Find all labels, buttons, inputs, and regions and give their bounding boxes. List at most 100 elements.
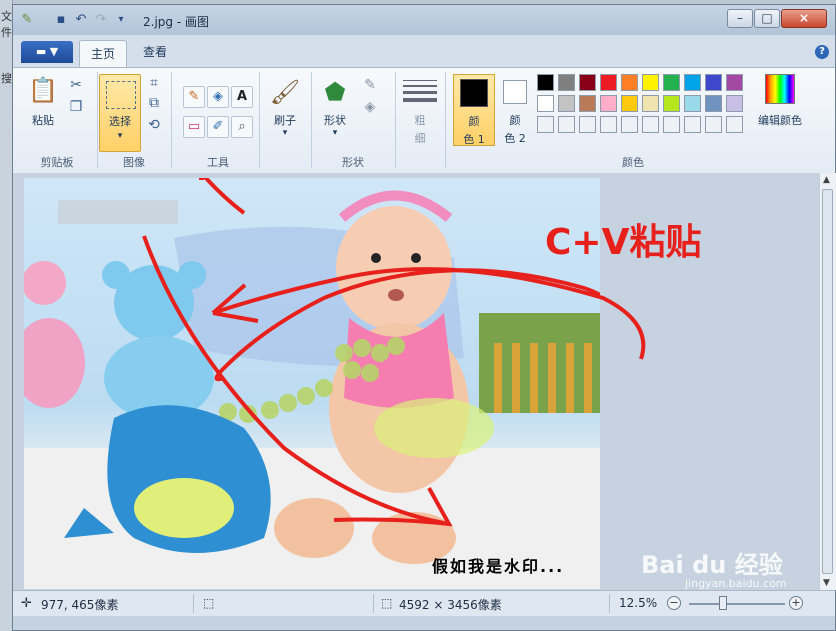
paint-menu-button[interactable]: ▬ ▼ [21,41,73,63]
text-icon[interactable]: A [231,86,253,108]
edit-colors-label[interactable]: 编辑颜色 [751,112,809,128]
undo-icon[interactable]: ↶ [73,12,89,28]
palette-swatch[interactable] [600,74,617,91]
baby-eye [371,253,381,263]
vertical-scrollbar[interactable]: ▲ ▼ [819,173,836,590]
paint-app-icon[interactable]: ✎ [19,12,35,28]
custom-color-slot[interactable] [726,116,743,133]
custom-color-slot[interactable] [705,116,722,133]
palette-swatch[interactable] [684,74,701,91]
custom-color-slot[interactable] [663,116,680,133]
maximize-button[interactable]: □ [754,9,780,28]
scroll-up-icon[interactable]: ▲ [823,175,830,185]
zoom-slider-thumb[interactable] [718,596,727,610]
color-2-label[interactable]: 颜 [497,112,533,128]
tab-view[interactable]: 查看 [135,41,175,63]
custom-color-slot[interactable] [537,116,554,133]
paste-icon[interactable]: 📋 [27,74,59,106]
palette-swatch[interactable] [663,74,680,91]
color-1-button[interactable]: 颜 色 1 [453,74,495,146]
palette-swatch[interactable] [642,74,659,91]
select-label: 选择 [109,115,131,128]
palette-swatch[interactable] [621,74,638,91]
palette-swatch[interactable] [558,95,575,112]
custom-color-slot[interactable] [558,116,575,133]
help-icon[interactable]: ? [815,45,829,59]
save-icon[interactable]: ▪ [53,12,69,28]
baby-photo[interactable]: 假如我是水印... [24,178,600,589]
brush-icon[interactable]: 🖌 [269,76,301,108]
rotate-icon[interactable]: ⟲ [145,116,163,134]
edit-colors-icon[interactable] [765,74,795,104]
color-1-label: 颜 [468,115,480,128]
chevron-down-icon: ▾ [282,128,288,138]
select-icon [106,81,136,109]
customize-icon[interactable]: ▾ [113,12,129,28]
status-divider [193,594,194,613]
baby-eye [411,253,421,263]
palette-swatch[interactable] [642,95,659,112]
strip-text: 搜 [1,72,12,85]
paste-annotation: C+V粘贴 [545,222,702,263]
brushes-label[interactable]: 刷子 [263,112,307,128]
close-button[interactable]: × [781,9,827,28]
palette-swatch[interactable] [726,74,743,91]
scrollbar-thumb[interactable] [822,189,833,574]
size-label[interactable]: 粗 [403,112,437,128]
red-arrow-head [203,178,246,215]
group-divider [311,72,312,168]
status-bar: ✛ 977, 465像素 ⬚ ⬚ 4592 × 3456像素 12.5% − + [13,590,835,616]
resize-icon[interactable]: ⧉ [145,94,163,112]
custom-color-slot[interactable] [684,116,701,133]
palette-swatch[interactable] [705,74,722,91]
palette-swatch[interactable] [558,74,575,91]
palette-swatch[interactable] [579,95,596,112]
cut-icon[interactable]: ✂ [67,76,85,94]
pencil-icon[interactable]: ✎ [183,86,205,108]
eraser-icon[interactable]: ▭ [183,116,205,138]
palette-swatch[interactable] [663,95,680,112]
palette-swatch[interactable] [621,95,638,112]
select-button[interactable]: 选择 ▾ [99,74,141,152]
color-2-label-2: 色 2 [504,132,526,145]
palette-swatch[interactable] [684,95,701,112]
custom-color-slot[interactable] [642,116,659,133]
shape-fill-icon[interactable]: ◈ [361,98,379,116]
watermark-text: 假如我是水印... [432,557,565,576]
redo-icon[interactable]: ↷ [93,12,109,28]
zoom-in-button[interactable]: + [789,596,803,610]
canvas-area[interactable]: 假如我是水印... C+V粘贴 Bai du 经验 jingyan.baidu.… [13,173,819,590]
crop-icon[interactable]: ⌗ [145,74,163,92]
tab-home[interactable]: 主页 [79,40,127,68]
scroll-down-icon[interactable]: ▼ [823,578,830,588]
window-title: 2.jpg - 画图 [143,15,209,29]
color-1-swatch [460,79,488,107]
color-picker-icon[interactable]: ✐ [207,116,229,138]
size-sublabel: 细 [414,132,426,145]
shapes-label[interactable]: 形状 [315,112,355,128]
palette-swatch[interactable] [537,95,554,112]
zoom-level: 12.5% [619,596,658,610]
custom-color-slot[interactable] [579,116,596,133]
shapes-icon[interactable]: ⬟ [319,76,351,108]
zoom-slider[interactable] [689,603,785,605]
minimize-button[interactable]: – [727,9,753,28]
color-2-swatch[interactable] [503,80,527,104]
magnifier-icon[interactable]: ⌕ [231,116,253,138]
custom-color-slot[interactable] [600,116,617,133]
colors-group-label: 颜色 [622,156,644,169]
custom-color-slot[interactable] [621,116,638,133]
size-icon[interactable] [403,78,437,102]
fill-icon[interactable]: ◈ [207,86,229,108]
palette-swatch[interactable] [600,95,617,112]
status-divider [609,594,610,613]
zoom-out-button[interactable]: − [667,596,681,610]
outline-icon[interactable]: ✎ [361,76,379,94]
paste-button-label[interactable]: 粘贴 [23,112,63,128]
copy-icon[interactable]: ❐ [67,98,85,116]
palette-swatch[interactable] [537,74,554,91]
palette-swatch[interactable] [705,95,722,112]
baidu-logo: Bai du 经验 [641,551,783,579]
palette-swatch[interactable] [726,95,743,112]
palette-swatch[interactable] [579,74,596,91]
